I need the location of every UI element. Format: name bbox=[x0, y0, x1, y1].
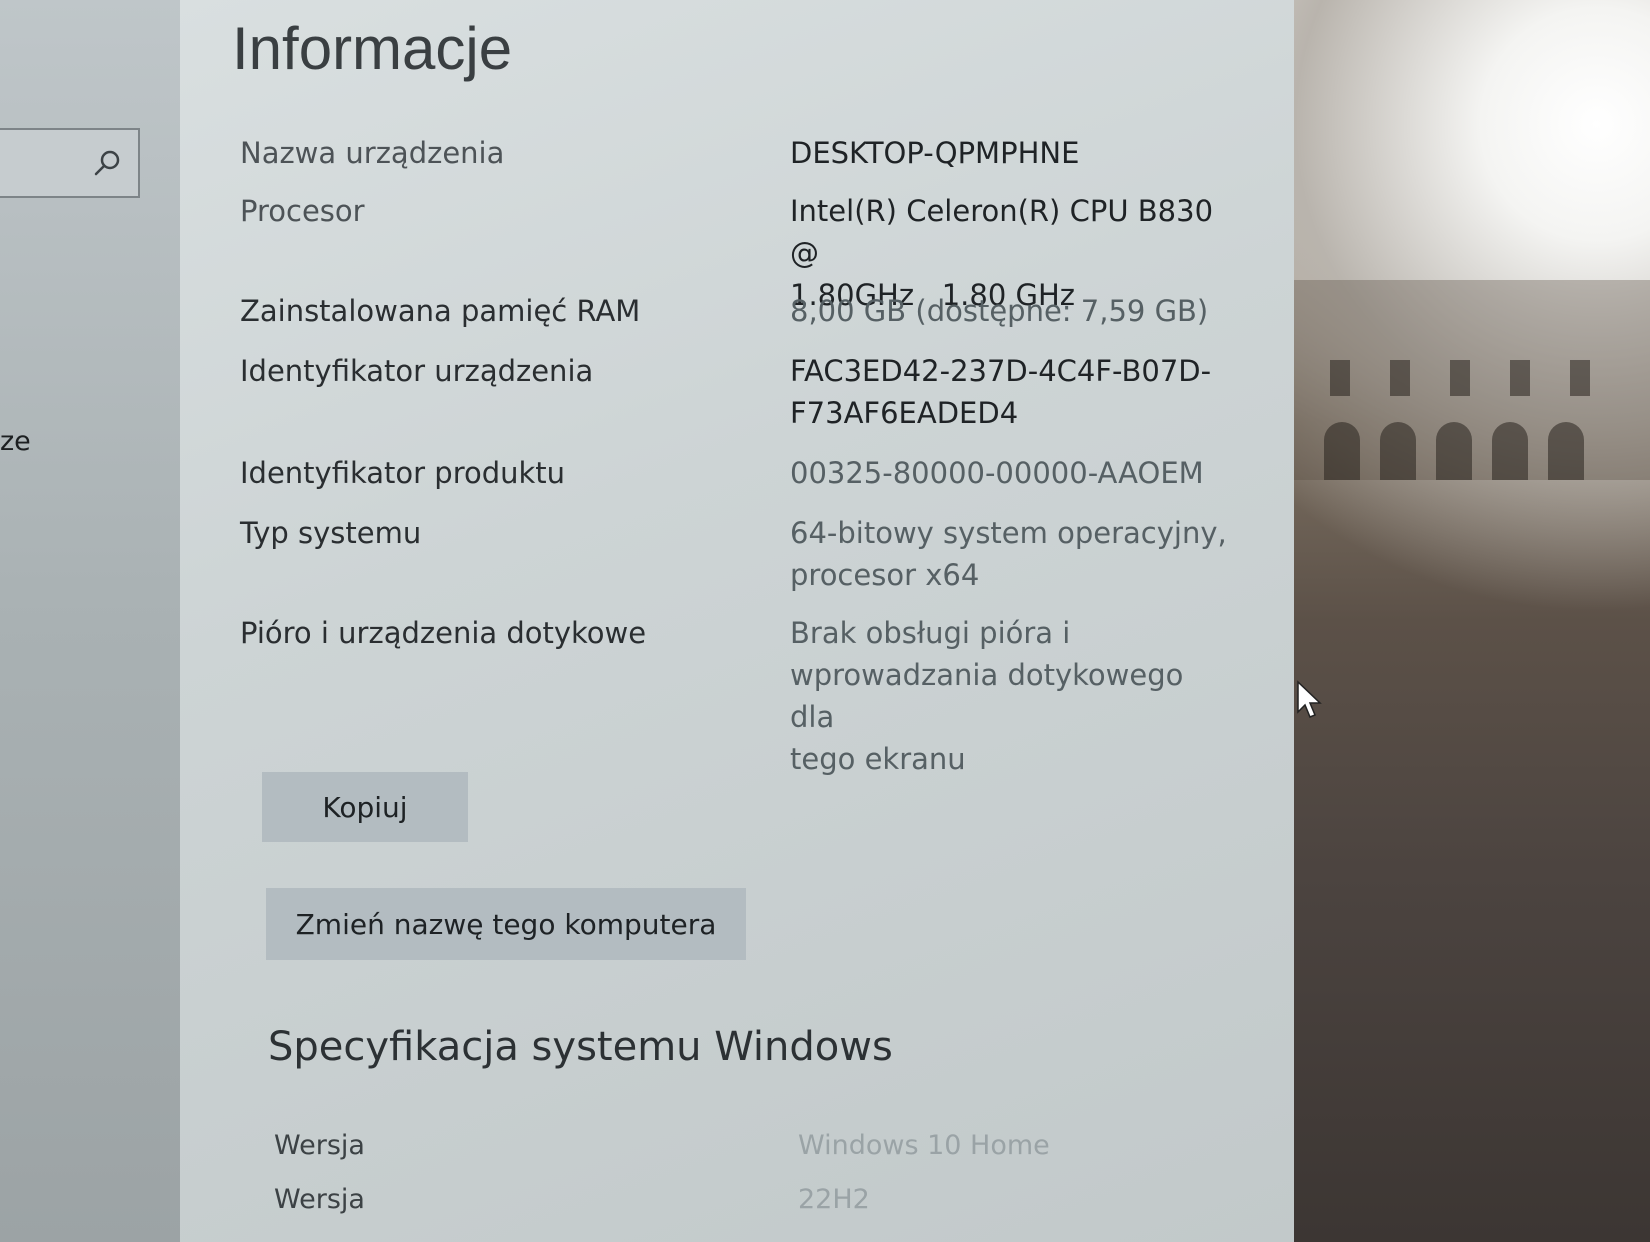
windows-specs-heading: Specyfikacja systemu Windows bbox=[268, 1024, 893, 1070]
windows-version-value: 22H2 bbox=[798, 1184, 870, 1215]
processor-row: Procesor Intel(R) Celeron(R) CPU B830 @ … bbox=[240, 190, 1240, 312]
pen-touch-value: Brak obsługi pióra i wprowadzania dotyko… bbox=[790, 612, 1230, 780]
pen-touch-row: Pióro i urządzenia dotykowe Brak obsługi… bbox=[240, 612, 1240, 776]
product-id-value: 00325-80000-00000-AAOEM bbox=[790, 456, 1204, 490]
rename-pc-button[interactable]: Zmień nazwę tego komputera bbox=[266, 888, 746, 960]
processor-label: Procesor bbox=[240, 194, 365, 228]
device-name-row: Nazwa urządzenia DESKTOP-QPMPHNE bbox=[240, 132, 1240, 176]
settings-search-box[interactable] bbox=[0, 128, 140, 198]
about-settings-page: Informacje Nazwa urządzenia DESKTOP-QPMP… bbox=[180, 0, 1294, 1242]
device-id-value: FAC3ED42-237D-4C4F-B07D- F73AF6EADED4 bbox=[790, 350, 1230, 434]
system-type-label: Typ systemu bbox=[240, 516, 422, 550]
processor-value-line1: Intel(R) Celeron(R) CPU B830 @ bbox=[790, 194, 1214, 270]
page-title: Informacje bbox=[232, 15, 513, 82]
windows-version-row: Wersja 22H2 bbox=[274, 1184, 1174, 1224]
windows-version-label: Wersja bbox=[274, 1184, 365, 1215]
wallpaper-building-detail bbox=[1294, 280, 1650, 480]
system-type-row: Typ systemu 64-bitowy system operacyjny,… bbox=[240, 512, 1240, 602]
device-name-label: Nazwa urządzenia bbox=[240, 136, 505, 170]
nav-item-label[interactable]: ze bbox=[0, 426, 31, 457]
windows-edition-value: Windows 10 Home bbox=[798, 1130, 1050, 1161]
pen-touch-value-line1: Brak obsługi pióra i bbox=[790, 616, 1071, 650]
pen-touch-label: Pióro i urządzenia dotykowe bbox=[240, 616, 647, 650]
search-icon[interactable] bbox=[92, 148, 122, 178]
ram-row: Zainstalowana pamięć RAM 8,00 GB (dostęp… bbox=[240, 290, 1240, 334]
copy-button[interactable]: Kopiuj bbox=[262, 772, 468, 842]
pen-touch-value-line2: wprowadzania dotykowego dla bbox=[790, 658, 1184, 734]
product-id-label: Identyfikator produktu bbox=[240, 456, 566, 490]
navigation-pane: ze bbox=[0, 0, 196, 1242]
windows-edition-row: Wersja Windows 10 Home bbox=[274, 1130, 1174, 1170]
system-type-value-line1: 64-bitowy system operacyjny, bbox=[790, 516, 1227, 550]
ram-label: Zainstalowana pamięć RAM bbox=[240, 294, 641, 328]
windows-edition-label: Wersja bbox=[274, 1130, 365, 1161]
system-type-value-line2: procesor x64 bbox=[790, 558, 980, 592]
pen-touch-value-line3: tego ekranu bbox=[790, 742, 966, 776]
product-id-row: Identyfikator produktu 00325-80000-00000… bbox=[240, 452, 1240, 496]
device-id-value-line2: F73AF6EADED4 bbox=[790, 396, 1019, 430]
device-name-value: DESKTOP-QPMPHNE bbox=[790, 136, 1080, 170]
ram-value: 8,00 GB (dostępne: 7,59 GB) bbox=[790, 294, 1209, 328]
device-id-label: Identyfikator urządzenia bbox=[240, 354, 594, 388]
system-type-value: 64-bitowy system operacyjny, procesor x6… bbox=[790, 512, 1230, 596]
desktop-wallpaper bbox=[1294, 0, 1650, 1242]
device-id-value-line1: FAC3ED42-237D-4C4F-B07D- bbox=[790, 354, 1212, 388]
device-id-row: Identyfikator urządzenia FAC3ED42-237D-4… bbox=[240, 350, 1240, 440]
mouse-cursor-icon bbox=[1297, 680, 1322, 718]
